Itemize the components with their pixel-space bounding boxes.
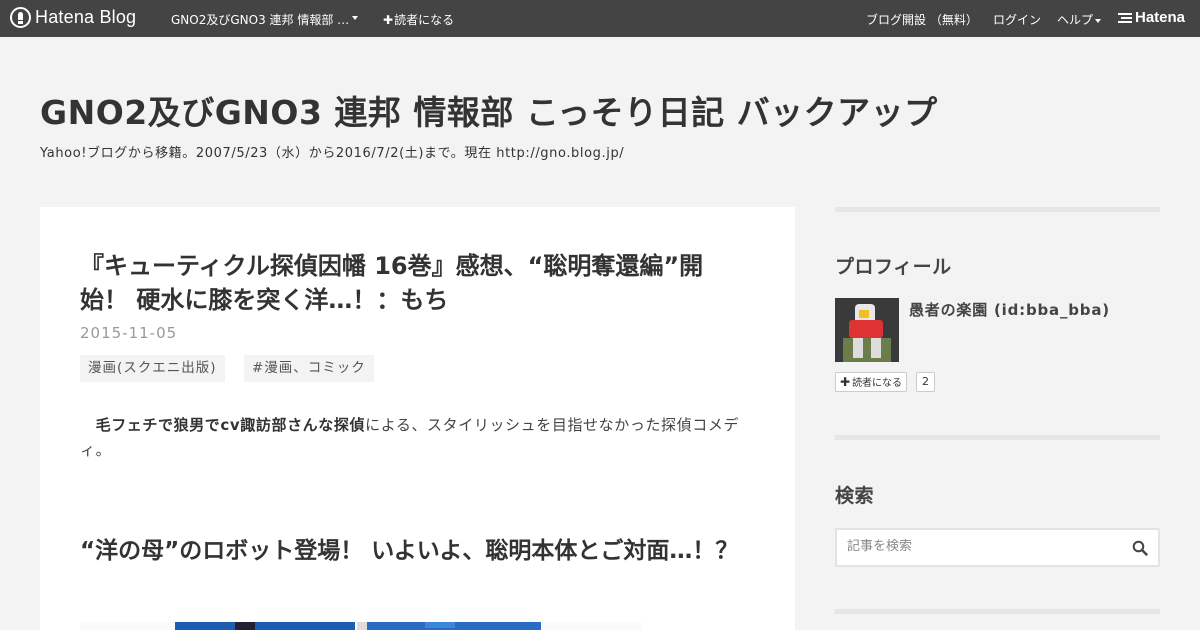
sidebar-divider <box>835 609 1160 614</box>
entry-body-emphasis: 毛フェチで狼男でcv諏訪部さんな探偵 <box>95 416 366 434</box>
entry-date[interactable]: 2015-11-05 <box>80 324 177 342</box>
search-form <box>835 528 1160 567</box>
header-subscribe-label: 読者になる <box>394 13 455 27</box>
profile-name-link[interactable]: 愚者の楽園 (id:bba_bba) <box>909 299 1110 320</box>
blog-description: Yahoo!ブログから移籍。2007/5/23（水）から2016/7/2(土)ま… <box>40 146 625 161</box>
global-header: Hatena Blog GNO2及びGNO3 連邦 情報部 … ✚読者になる ブ… <box>0 0 1200 37</box>
entry-category[interactable]: 漫画(スクエニ出版) <box>80 355 225 382</box>
header-blog-title[interactable]: GNO2及びGNO3 連邦 情報部 … <box>171 11 349 28</box>
login-link[interactable]: ログイン <box>993 11 1041 28</box>
search-input[interactable] <box>847 539 1117 554</box>
plus-icon: ✚ <box>383 13 394 27</box>
profile-heading: プロフィール <box>835 256 952 278</box>
subscriber-count[interactable]: 2 <box>916 372 935 392</box>
entry-image[interactable] <box>80 622 641 630</box>
plus-icon: ✚ <box>840 375 851 389</box>
logo-text: Hatena Blog <box>35 7 137 27</box>
help-label: ヘルプ <box>1057 13 1094 27</box>
entry-body-paragraph: 毛フェチで狼男でcv諏訪部さんな探偵による、スタイリッシュを目指せなかった探偵コ… <box>80 413 750 463</box>
entry-section-heading: “洋の母”のロボット登場！ いよいよ、聡明本体とご対面…！？ <box>80 538 739 564</box>
avatar[interactable] <box>835 298 899 362</box>
entry-article: 『キューティクル探偵因幡 16巻』感想、“聡明奪還編”開始！ 硬水に膝を突く洋…… <box>40 207 795 630</box>
blog-title[interactable]: GNO2及びGNO3 連邦 情報部 こっそり日記 バックアップ <box>40 86 938 134</box>
open-blog-link[interactable]: ブログ開設 （無料） <box>866 11 978 28</box>
hatena-link[interactable]: Hatena <box>1118 9 1185 26</box>
sidebar-subscribe-button[interactable]: ✚ 読者になる <box>835 372 908 392</box>
entry-title[interactable]: 『キューティクル探偵因幡 16巻』感想、“聡明奪還編”開始！ 硬水に膝を突く洋…… <box>80 249 740 317</box>
hatena-blog-logo-icon <box>10 7 31 28</box>
hatena-blog-logo[interactable]: Hatena Blog <box>10 7 136 28</box>
sidebar-subscribe-label: 読者になる <box>852 378 903 389</box>
search-icon[interactable] <box>1132 540 1148 556</box>
header-subscribe-button[interactable]: ✚読者になる <box>383 11 454 28</box>
sidebar-divider <box>835 435 1160 440</box>
sidebar-divider <box>835 207 1160 212</box>
search-heading: 検索 <box>835 485 875 507</box>
help-chevron-down-icon <box>1095 18 1102 23</box>
hatena-icon <box>1118 13 1132 24</box>
help-menu[interactable]: ヘルプ <box>1057 11 1102 28</box>
entry-category[interactable]: #漫画、コミック <box>244 355 374 382</box>
hatena-label: Hatena <box>1135 9 1186 26</box>
blog-menu-chevron-down-icon[interactable] <box>352 16 358 20</box>
